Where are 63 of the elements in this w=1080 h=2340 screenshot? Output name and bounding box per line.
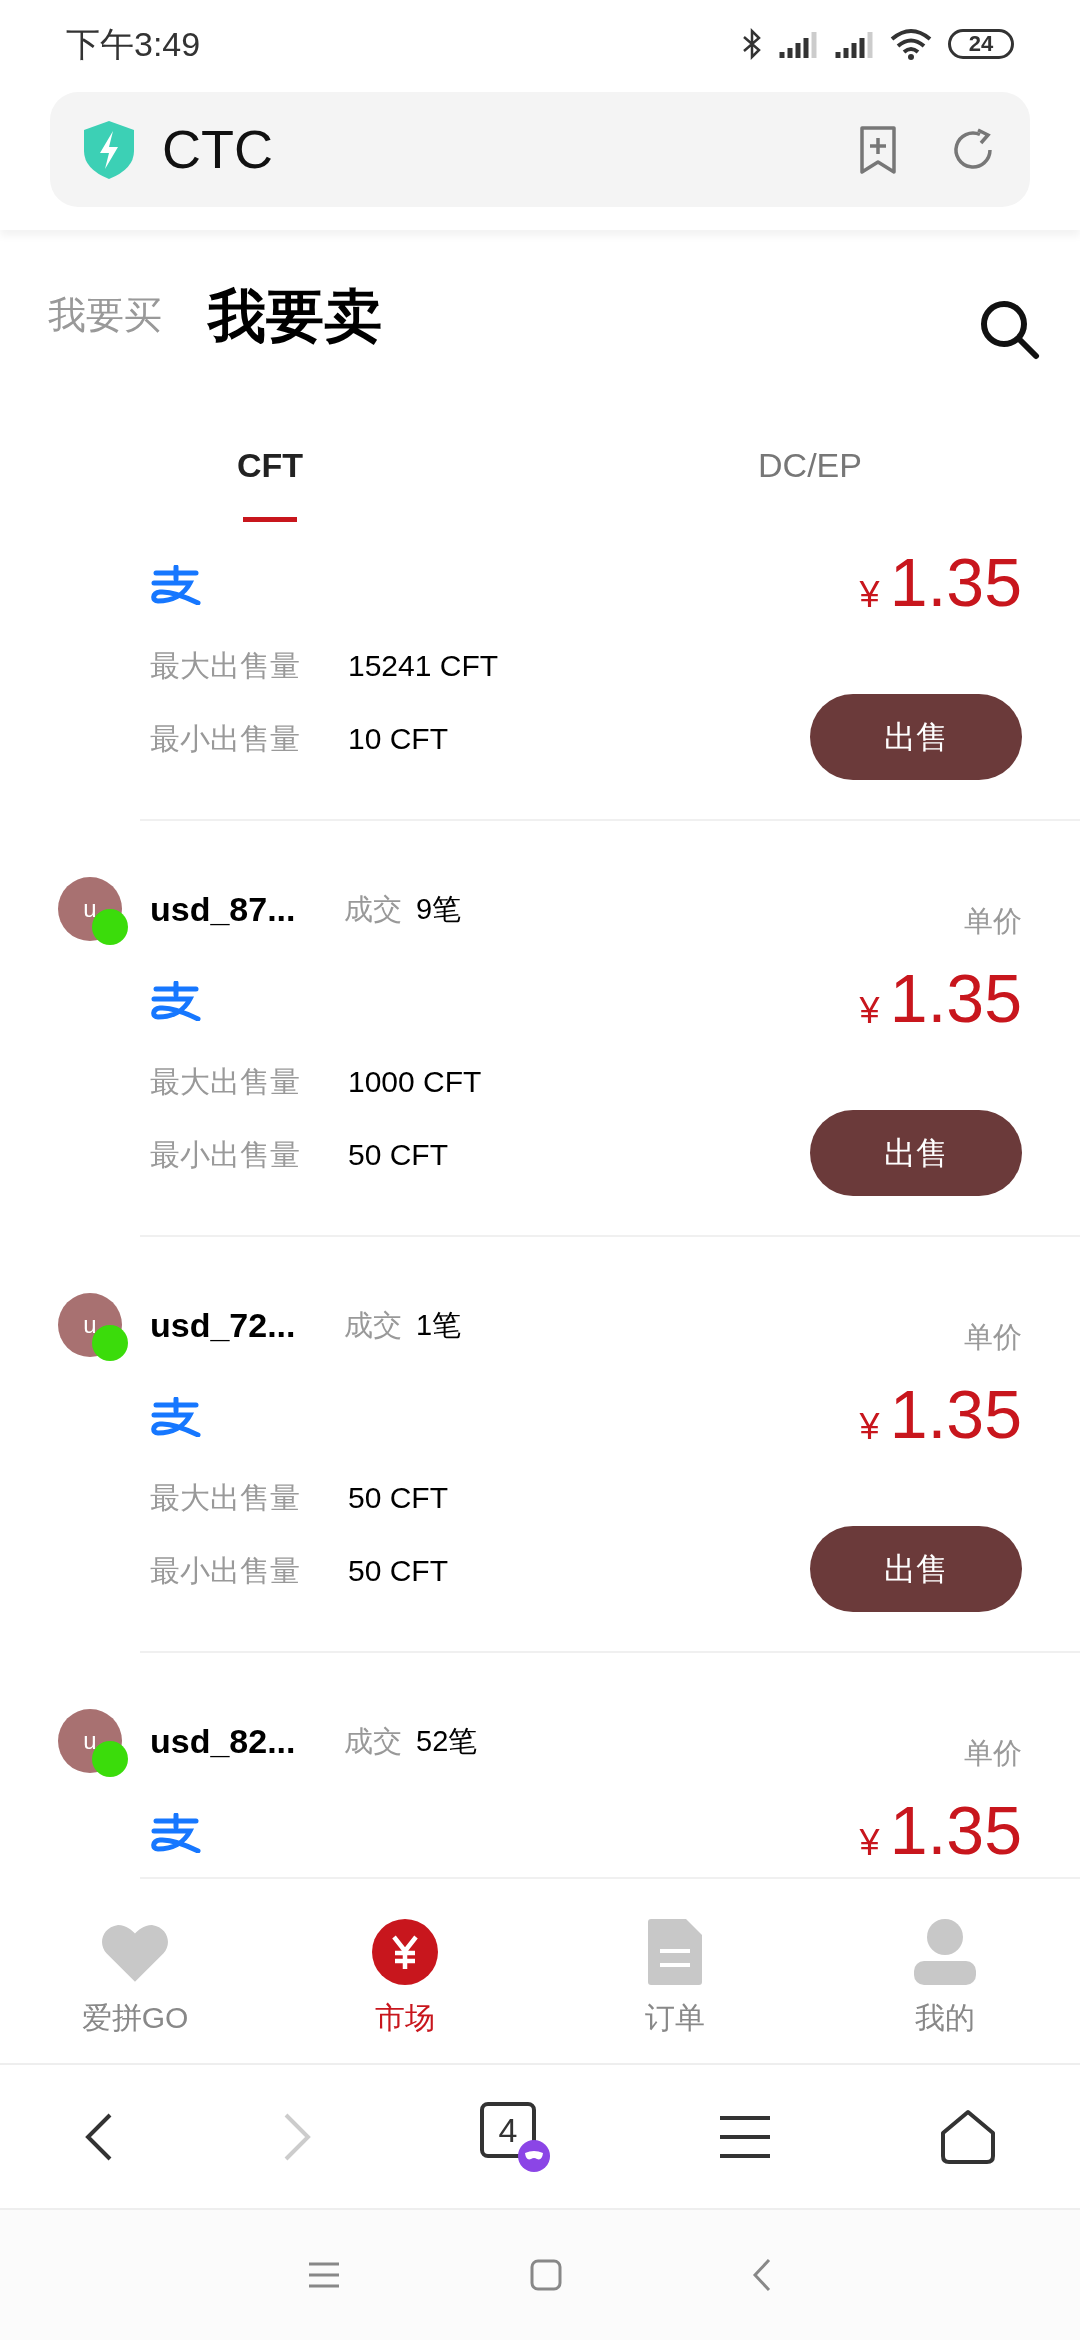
nav-tab[interactable]: 市场 [270, 1885, 540, 2063]
person-icon [914, 1919, 976, 1985]
min-amount-label: 最小出售量 [150, 1137, 301, 1173]
currency-symbol: ¥ [859, 1405, 880, 1449]
min-amount-value: 10 CFT [348, 721, 449, 757]
deals-label: 成交 [344, 1724, 402, 1759]
max-amount-label: 最大出售量 [150, 1480, 301, 1516]
unit-price-label: 单价 [964, 1320, 1022, 1355]
payment-icon [150, 565, 202, 605]
back-icon[interactable] [84, 2111, 114, 2162]
bluetooth-icon [742, 28, 762, 60]
home-icon[interactable] [940, 2108, 996, 2165]
battery-indicator: 24 [948, 29, 1014, 59]
unit-price-label: 单价 [964, 1736, 1022, 1771]
search-icon[interactable] [978, 298, 1040, 360]
payment-icon [150, 1397, 202, 1437]
status-time: 下午3:49 [66, 23, 201, 65]
deals-label: 成交 [344, 1308, 402, 1343]
yen-icon [372, 1919, 438, 1985]
price: 1.35 [889, 1375, 1022, 1454]
price: 1.35 [889, 959, 1022, 1038]
heart-icon [101, 1922, 169, 1982]
payment-icon [150, 1813, 202, 1853]
shield-icon [84, 120, 134, 179]
price: 1.35 [889, 543, 1022, 622]
max-amount-value: 50 CFT [348, 1480, 449, 1516]
deals-count: 9笔 [416, 892, 462, 927]
seller-name: usd_87... [150, 889, 297, 930]
seller-name: usd_72... [150, 1305, 297, 1346]
deals-label: 成交 [344, 892, 402, 927]
deals-count: 52笔 [416, 1724, 478, 1759]
coin-tab[interactable]: DC/EP [540, 400, 1080, 525]
payment-icon [150, 981, 202, 1021]
currency-symbol: ¥ [859, 1821, 880, 1865]
sell-button[interactable]: 出售 [810, 1110, 1022, 1196]
unit-price-label: 单价 [964, 904, 1022, 939]
currency-symbol: ¥ [859, 989, 880, 1033]
min-amount-label: 最小出售量 [150, 721, 301, 757]
nav-tab[interactable]: 爱拼GO [0, 1885, 270, 2063]
sell-button[interactable]: 出售 [810, 1526, 1022, 1612]
min-amount-value: 50 CFT [348, 1137, 449, 1173]
min-amount-value: 50 CFT [348, 1553, 449, 1589]
max-amount-label: 最大出售量 [150, 648, 301, 684]
currency-symbol: ¥ [859, 573, 880, 617]
max-amount-value: 15241 CFT [348, 648, 499, 684]
nav-tab[interactable]: 我的 [810, 1885, 1080, 2063]
min-amount-label: 最小出售量 [150, 1553, 301, 1589]
nav-tab[interactable]: 订单 [540, 1885, 810, 2063]
coin-tab[interactable]: CFT [0, 400, 540, 525]
mask-icon [518, 2139, 550, 2172]
price: 1.35 [889, 1791, 1022, 1870]
address-bar[interactable]: CTC [50, 92, 1030, 207]
max-amount-value: 1000 CFT [348, 1064, 482, 1100]
menu-icon[interactable] [718, 2113, 772, 2160]
sell-button[interactable]: 出售 [810, 694, 1022, 780]
bookmark-add-icon[interactable] [858, 125, 898, 174]
page-title: CTC [162, 118, 273, 181]
seller-name: usd_82... [150, 1721, 297, 1762]
document-icon [648, 1919, 702, 1985]
deals-count: 1笔 [416, 1308, 462, 1343]
max-amount-label: 最大出售量 [150, 1064, 301, 1100]
trade-tab[interactable]: 我要卖 [208, 271, 382, 359]
wifi-icon [890, 28, 932, 60]
